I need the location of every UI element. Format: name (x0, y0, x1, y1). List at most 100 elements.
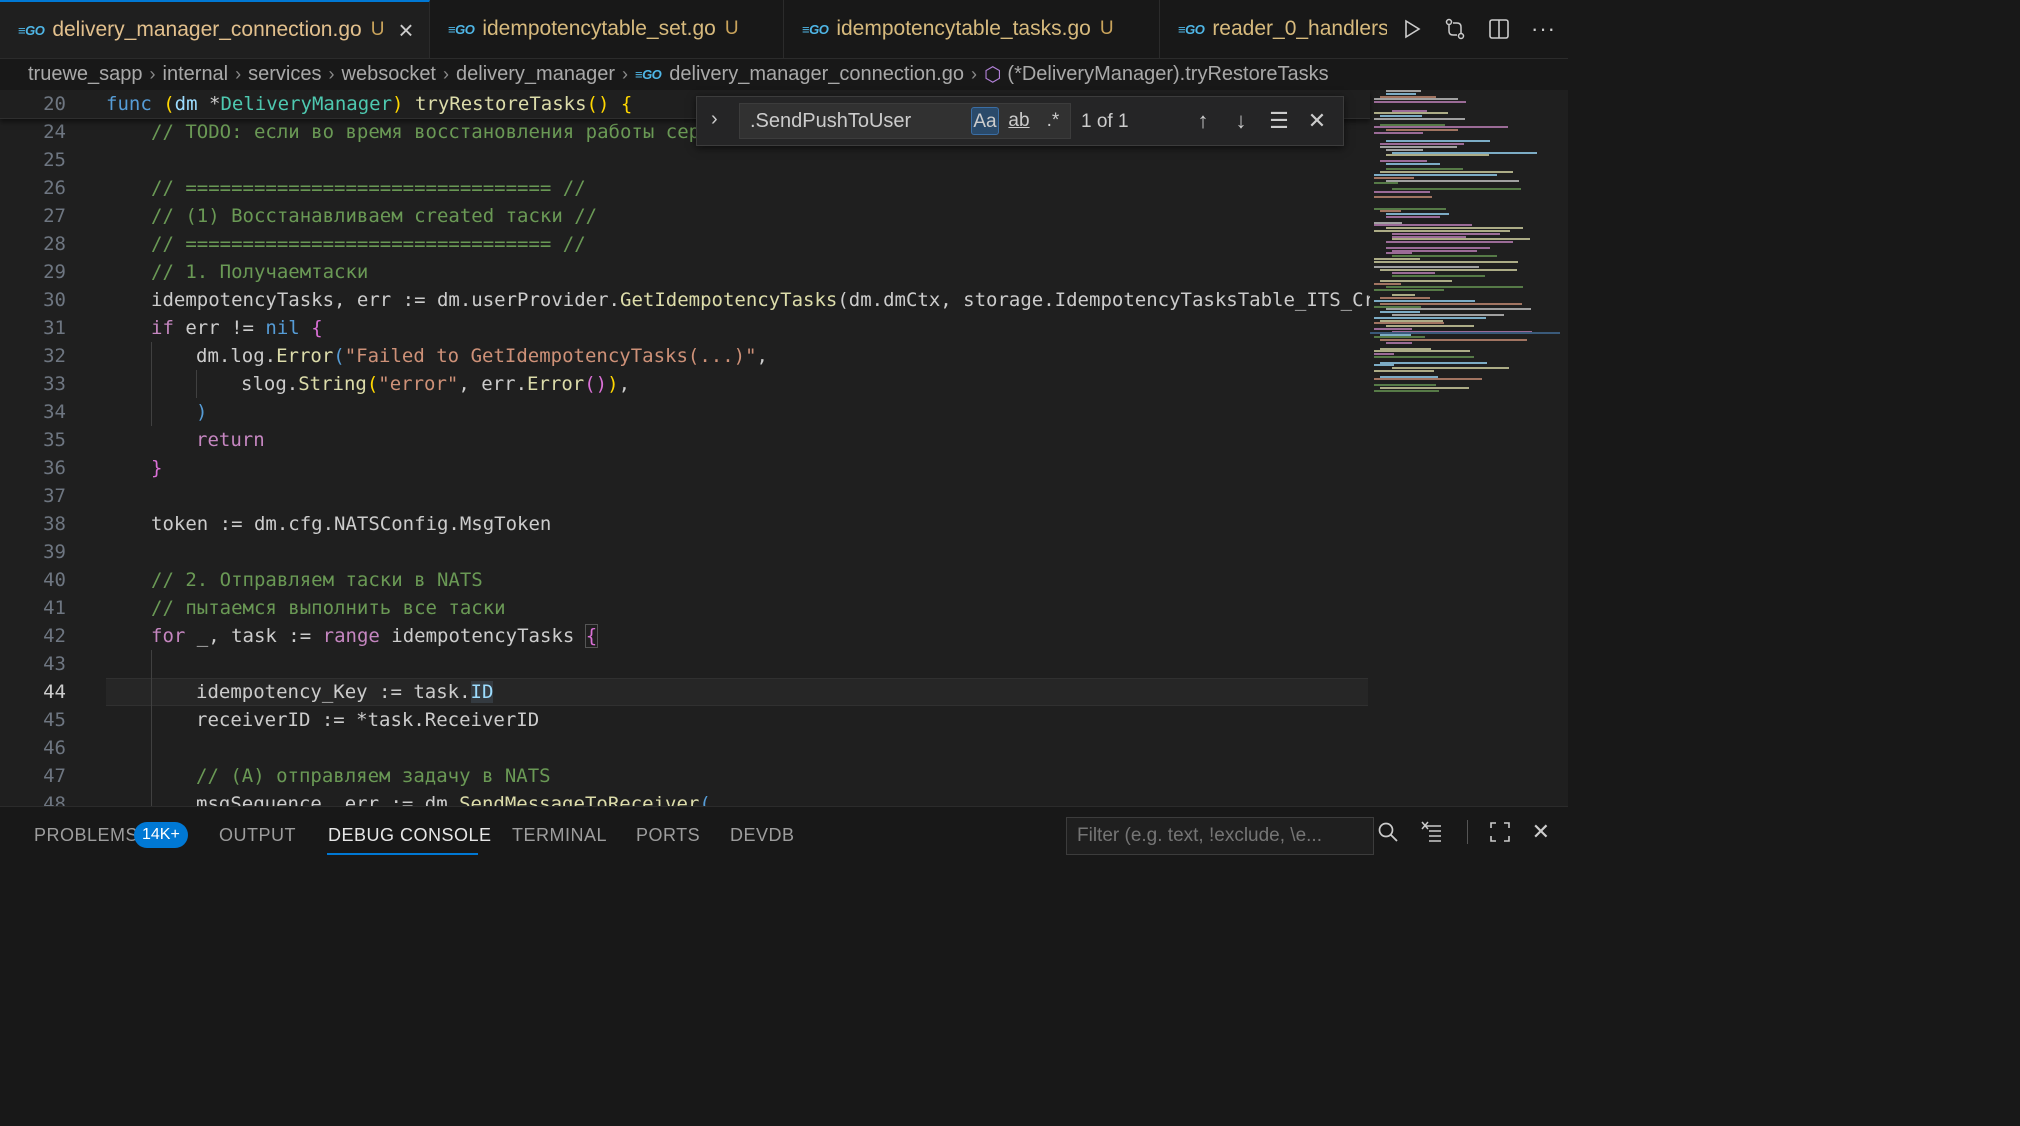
close-icon[interactable]: ✕ (1532, 819, 1550, 845)
minimap-line (1386, 90, 1421, 92)
minimap-line (1380, 280, 1452, 283)
editor-actions: ··· (1387, 0, 1556, 58)
match-whole-word-toggle[interactable]: ab (1005, 107, 1033, 135)
breadcrumb-item[interactable]: delivery_manager_connection.go (669, 63, 964, 86)
code-token: Error (527, 373, 585, 395)
minimap-line (1374, 378, 1482, 381)
minimap-line (1380, 347, 1431, 350)
line-number: 34 (43, 401, 66, 423)
arrow-up-icon[interactable]: ↑ (1191, 108, 1215, 134)
breadcrumb-item[interactable]: websocket (342, 63, 437, 86)
code-editor[interactable]: 20 func (dm *DeliveryManager) tryRestore… (0, 90, 1568, 806)
tab-status: U (370, 19, 385, 40)
tab-ports[interactable]: PORTS (636, 825, 700, 846)
chevron-right-icon: › (970, 63, 977, 84)
minimap-line (1380, 297, 1430, 300)
code-token: tryRestoreTasks (414, 93, 587, 115)
breadcrumb-item[interactable]: truewe_sapp (28, 63, 143, 86)
minimap-line (1392, 314, 1504, 316)
line-number: 41 (43, 597, 66, 619)
tab-debug-console[interactable]: DEBUG CONSOLE (328, 825, 492, 846)
minimap-line (1374, 266, 1479, 269)
minimap-line (1392, 238, 1530, 241)
minimap-line (1392, 109, 1427, 112)
clear-console-icon[interactable] (1420, 821, 1445, 843)
search-icon[interactable] (1377, 821, 1399, 843)
minimap-line (1380, 123, 1445, 126)
split-editor-icon[interactable] (1487, 17, 1511, 41)
minimap-line (1374, 370, 1434, 372)
code-token: range (322, 625, 380, 647)
code-line: for _, task := range idempotencyTasks { (151, 624, 599, 648)
active-tab-indicator (327, 853, 478, 855)
code-token: slog. (241, 373, 299, 395)
close-icon[interactable]: × (398, 17, 413, 43)
chevron-right-icon[interactable]: › (711, 108, 718, 131)
debug-console-filter-input[interactable] (1066, 817, 1374, 855)
minimap-line (1374, 384, 1436, 386)
find-in-selection-icon[interactable]: ☰ (1267, 108, 1291, 134)
minimap-line (1374, 174, 1497, 176)
match-case-toggle[interactable]: Aa (971, 107, 999, 135)
line-number: 29 (43, 261, 66, 283)
tab-status: U (1099, 18, 1114, 39)
code-token: err. (481, 373, 528, 395)
minimap-line (1386, 227, 1523, 230)
more-actions-icon[interactable]: ··· (1531, 16, 1556, 42)
run-icon[interactable] (1401, 18, 1423, 40)
minimap-line (1386, 286, 1523, 288)
regex-toggle[interactable]: .* (1039, 107, 1067, 135)
minimap-line (1380, 143, 1464, 146)
minimap-line (1380, 361, 1487, 364)
minimap-line (1380, 386, 1469, 389)
tab-reader-handlers[interactable]: ≡GO reader_0_handlers_ (1160, 0, 1420, 58)
code-line: dm.log.Error("Failed to GetIdempotencyTa… (196, 345, 768, 367)
chevron-right-icon: › (149, 63, 156, 84)
breadcrumb-item[interactable]: services (248, 63, 321, 86)
minimap-line (1386, 252, 1412, 255)
chevron-right-icon: › (235, 63, 242, 84)
minimap-line (1392, 232, 1500, 235)
code-token: "error" (378, 373, 459, 395)
line-number: 46 (43, 737, 66, 759)
close-icon[interactable]: ✕ (1305, 108, 1329, 134)
tab-idempotencytable-tasks[interactable]: ≡GO idempotencytable_tasks.go U (784, 0, 1160, 58)
minimap-line (1392, 255, 1497, 258)
minimap[interactable] (1370, 90, 1560, 806)
minimap-line (1392, 249, 1477, 252)
tab-idempotencytable-set[interactable]: ≡GO idempotencytable_set.go U (430, 0, 784, 58)
minimap-line (1374, 207, 1446, 210)
code-token: msgSequence, err := dm. (196, 793, 460, 806)
code-line: idempotency_Key := task.ID (196, 678, 494, 706)
maximize-panel-icon[interactable] (1489, 822, 1510, 842)
tab-output[interactable]: OUTPUT (219, 825, 296, 846)
code-line: return (196, 429, 265, 451)
code-line: // пытаемся выполнить все таски (151, 597, 506, 619)
code-line: // ================================ // (151, 233, 586, 255)
tab-devdb[interactable]: DEVDB (730, 825, 795, 846)
code-token: String (298, 373, 367, 395)
divider (1466, 820, 1468, 844)
minimap-line (1374, 283, 1401, 286)
minimap-line (1374, 112, 1448, 115)
tab-terminal[interactable]: TERMINAL (512, 825, 607, 846)
breadcrumb: truewe_sapp › internal › services › webs… (28, 58, 1329, 90)
line-number: 36 (43, 457, 66, 479)
tab-delivery-manager-connection[interactable]: ≡GO delivery_manager_connection.go U × (0, 0, 430, 58)
code-token: ID (470, 681, 494, 703)
compare-changes-icon[interactable] (1443, 17, 1467, 41)
arrow-down-icon[interactable]: ↓ (1229, 108, 1253, 134)
tab-problems[interactable]: PROBLEMS (34, 825, 138, 846)
breadcrumb-item[interactable]: internal (163, 63, 229, 86)
minimap-line (1392, 188, 1521, 190)
minimap-line (1374, 336, 1425, 339)
line-number: 42 (43, 625, 66, 647)
minimap-line (1374, 353, 1394, 356)
minimap-line (1374, 322, 1444, 325)
code-token: idempotencyTasks (391, 625, 575, 647)
breadcrumb-item[interactable]: delivery_manager (456, 63, 615, 86)
breadcrumb-item[interactable]: (*DeliveryManager).tryRestoreTasks (1007, 63, 1328, 86)
minimap-line (1386, 162, 1440, 165)
minimap-current-line (1370, 332, 1560, 334)
line-number: 48 (43, 793, 66, 806)
